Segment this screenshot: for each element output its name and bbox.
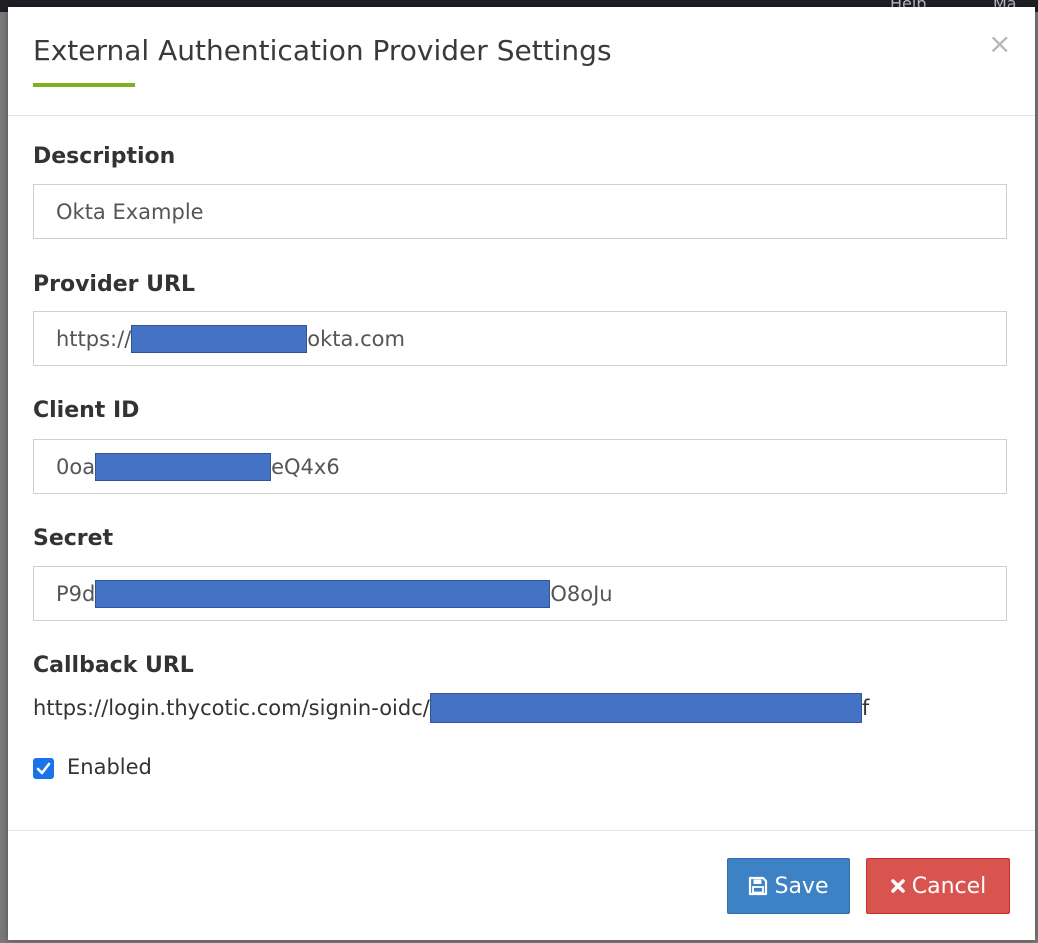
secret-prefix: P9d <box>56 582 96 606</box>
client-id-suffix: eQ4x6 <box>271 455 340 479</box>
provider-url-input[interactable]: https:// okta.com <box>33 311 1007 366</box>
provider-url-prefix: https:// <box>56 327 132 351</box>
modal-header: External Authentication Provider Setting… <box>8 7 1035 116</box>
cancel-button-label: Cancel <box>911 873 987 899</box>
callback-url-prefix: https://login.thycotic.com/signin-oidc/ <box>33 696 430 720</box>
callback-url-suffix: f <box>861 696 870 720</box>
enabled-checkbox[interactable] <box>33 758 54 779</box>
settings-modal: External Authentication Provider Setting… <box>8 7 1035 940</box>
redaction-box <box>95 453 272 481</box>
provider-url-suffix: okta.com <box>307 327 405 351</box>
secret-label: Secret <box>33 526 114 551</box>
footer-divider <box>8 830 1035 831</box>
provider-url-label: Provider URL <box>33 272 195 297</box>
save-icon <box>748 876 768 896</box>
checkmark-icon <box>36 762 51 775</box>
title-underline <box>33 83 135 87</box>
description-value: Okta Example <box>56 200 204 224</box>
secret-suffix: O8oJu <box>550 582 613 606</box>
secret-input[interactable]: P9d O8oJu <box>33 566 1007 621</box>
client-id-label: Client ID <box>33 398 140 423</box>
enabled-label: Enabled <box>67 755 152 779</box>
redaction-box <box>95 580 551 608</box>
modal-title: External Authentication Provider Setting… <box>33 34 612 67</box>
close-icon <box>890 878 906 894</box>
redaction-box <box>429 693 862 723</box>
callback-url-label: Callback URL <box>33 653 194 678</box>
redaction-box <box>131 325 308 353</box>
cancel-button[interactable]: Cancel <box>866 858 1010 914</box>
client-id-input[interactable]: 0oa eQ4x6 <box>33 439 1007 494</box>
callback-url-value: https://login.thycotic.com/signin-oidc/f <box>33 693 869 723</box>
description-label: Description <box>33 144 176 169</box>
client-id-prefix: 0oa <box>56 455 96 479</box>
save-button[interactable]: Save <box>727 858 850 914</box>
description-input[interactable]: Okta Example <box>33 184 1007 239</box>
close-button[interactable]: × <box>988 30 1011 58</box>
save-button-label: Save <box>774 873 829 899</box>
